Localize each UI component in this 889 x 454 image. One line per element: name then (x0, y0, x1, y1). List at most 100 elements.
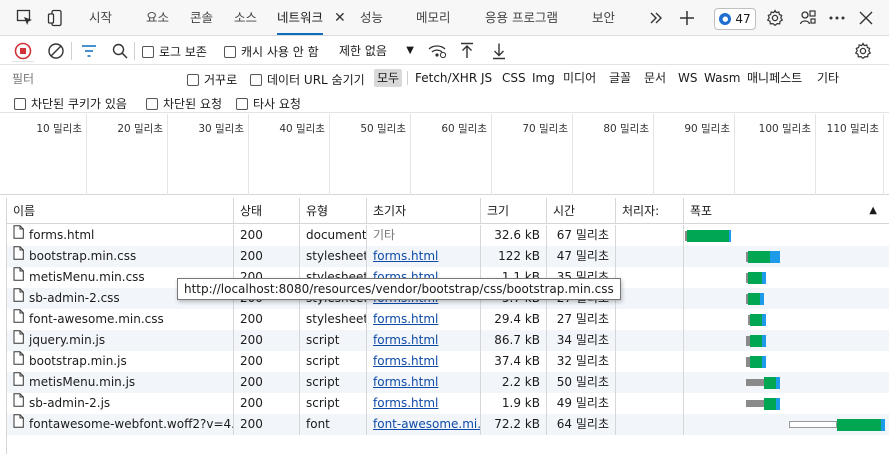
column-header-initiator[interactable]: 초기자 (367, 198, 481, 224)
initiator-link[interactable]: forms.html (373, 249, 438, 263)
tab-sources[interactable]: 소스 (234, 0, 257, 36)
initiator-link[interactable]: forms.html (373, 396, 438, 410)
table-row[interactable]: font-awesome.min.css 200 stylesheet forms.h… (7, 309, 889, 330)
cell-priority (616, 288, 684, 309)
file-icon (13, 414, 24, 435)
initiator-link[interactable]: font-awesome.mi... (373, 417, 480, 431)
blocked-cookies-checkbox[interactable]: 차단된 쿠키가 있음 (14, 95, 127, 112)
close-tab-icon[interactable]: ✕ (334, 0, 346, 36)
tab-security[interactable]: 보안 (592, 0, 615, 36)
connect-device-icon[interactable] (797, 7, 819, 29)
filter-type-css[interactable]: CSS (499, 69, 529, 87)
column-header-priority[interactable]: 처리자: (616, 198, 684, 224)
tab-network[interactable]: 네트워크 (277, 0, 324, 35)
cell-name[interactable]: metisMenu.min.js (7, 372, 234, 393)
request-name: font-awesome.min.css (29, 312, 164, 326)
export-har-icon[interactable] (488, 40, 510, 62)
filter-input[interactable]: 필터 (8, 70, 178, 88)
timeline-overview[interactable]: 10 밀리초 20 밀리초 30 밀리초 40 밀리초 50 밀리초 60 밀리초 70 밀… (0, 114, 889, 195)
cell-waterfall (684, 330, 885, 351)
filter-type-ws[interactable]: WS (675, 69, 700, 87)
filter-type-wasm[interactable]: Wasm (701, 69, 743, 87)
add-tab-icon[interactable] (676, 7, 698, 29)
import-har-icon[interactable] (456, 40, 478, 62)
cell-name[interactable]: fontawesome-webfont.woff2?v=4.6.3 (7, 414, 234, 435)
checkbox-box[interactable] (236, 97, 248, 110)
throttling-select[interactable]: 제한 없음 ▼ (334, 40, 418, 61)
table-row[interactable]: sb-admin-2.js 200 script forms.html 1.9 kB 49… (7, 393, 889, 414)
cell-name[interactable]: bootstrap.min.css (7, 246, 234, 267)
cell-initiator[interactable]: forms.html (367, 309, 481, 330)
cell-name[interactable]: forms.html (7, 225, 234, 246)
table-row[interactable]: bootstrap.min.js 200 script forms.html 37.4 … (7, 351, 889, 372)
checkbox-box[interactable] (187, 73, 199, 86)
clear-icon[interactable] (45, 40, 67, 62)
tab-welcome[interactable]: 시작 (89, 0, 112, 36)
table-row[interactable]: fontawesome-webfont.woff2?v=4.6.3 200 font… (7, 414, 889, 435)
cell-initiator[interactable]: font-awesome.mi... (367, 414, 481, 435)
blocked-requests-checkbox[interactable]: 차단된 요청 (146, 95, 222, 112)
filter-type-fetch-xhr[interactable]: Fetch/XHR (412, 69, 480, 87)
table-row[interactable]: jquery.min.js 200 script forms.html 86.7 kB 3… (7, 330, 889, 351)
initiator-link[interactable]: forms.html (373, 354, 438, 368)
filter-type-all[interactable]: 모두 (374, 69, 403, 87)
inspect-element-icon[interactable] (14, 7, 36, 29)
column-header-time[interactable]: 시간 (547, 198, 616, 224)
network-conditions-wifi-icon[interactable] (426, 40, 448, 62)
column-header-size[interactable]: 크기 (481, 198, 547, 224)
cell-initiator[interactable]: forms.html (367, 351, 481, 372)
table-row[interactable]: bootstrap.min.css 200 stylesheet forms.html… (7, 246, 889, 267)
cell-initiator[interactable]: forms.html (367, 330, 481, 351)
file-icon (13, 372, 24, 393)
column-header-waterfall[interactable]: 폭포 ▲ (684, 198, 885, 224)
cell-name[interactable]: sb-admin-2.js (7, 393, 234, 414)
more-tabs-chevron-icon[interactable] (645, 7, 667, 29)
column-header-status[interactable]: 상태 (234, 198, 300, 224)
tab-memory[interactable]: 메모리 (416, 0, 451, 36)
hide-data-urls-checkbox[interactable]: 데이터 URL 숨기기 (250, 71, 365, 88)
tab-performance[interactable]: 성능 (360, 0, 383, 36)
waterfall-waiting-bar (750, 355, 763, 368)
settings-gear-icon[interactable] (764, 7, 786, 29)
preserve-log-checkbox[interactable]: 로그 보존 (142, 43, 207, 60)
column-header-type[interactable]: 유형 (300, 198, 367, 224)
filter-toggle-icon[interactable] (78, 40, 100, 62)
invert-checkbox[interactable]: 거꾸로 (187, 71, 237, 88)
tab-console[interactable]: 콘솔 (190, 0, 213, 36)
checkbox-box[interactable] (14, 97, 26, 110)
table-row[interactable]: metisMenu.min.js 200 script forms.html 2.2 k… (7, 372, 889, 393)
tab-application[interactable]: 응용 프로그램 (485, 0, 558, 36)
device-emulation-icon[interactable] (45, 7, 67, 29)
cell-name[interactable]: jquery.min.js (7, 330, 234, 351)
initiator-link[interactable]: forms.html (373, 375, 438, 389)
checkbox-box[interactable] (146, 97, 158, 110)
cell-initiator[interactable]: forms.html (367, 393, 481, 414)
record-stop-icon[interactable] (12, 40, 34, 62)
filter-type-font[interactable]: 글꼴 (606, 69, 634, 87)
cell-name[interactable]: bootstrap.min.js (7, 351, 234, 372)
disable-cache-checkbox[interactable]: 캐시 사용 안 함 (224, 43, 319, 60)
more-options-icon[interactable] (826, 7, 848, 29)
column-header-name[interactable]: 이름 (7, 198, 234, 224)
initiator-link[interactable]: forms.html (373, 312, 438, 326)
close-devtools-icon[interactable] (855, 7, 877, 29)
checkbox-box[interactable] (224, 45, 236, 58)
initiator-link[interactable]: forms.html (373, 333, 438, 347)
tab-elements[interactable]: 요소 (146, 0, 169, 36)
filter-type-doc[interactable]: 문서 (641, 69, 669, 87)
network-settings-gear-icon[interactable] (852, 40, 874, 62)
search-icon[interactable] (109, 40, 131, 62)
filter-type-media[interactable]: 미디어 (560, 69, 599, 87)
filter-type-img[interactable]: Img (529, 69, 558, 87)
cell-initiator[interactable]: forms.html (367, 372, 481, 393)
cell-initiator[interactable]: forms.html (367, 246, 481, 267)
table-row[interactable]: forms.html 200 document 기타 32.6 kB 67 밀리초 (7, 225, 889, 246)
filter-type-other[interactable]: 기타 (814, 69, 842, 87)
issues-badge[interactable]: ● 47 (714, 8, 756, 30)
cell-name[interactable]: font-awesome.min.css (7, 309, 234, 330)
filter-type-manifest[interactable]: 매니페스트 (744, 69, 805, 87)
checkbox-box[interactable] (142, 45, 154, 58)
filter-type-js[interactable]: JS (478, 69, 495, 87)
third-party-checkbox[interactable]: 타사 요청 (236, 95, 301, 112)
checkbox-box[interactable] (250, 73, 262, 86)
